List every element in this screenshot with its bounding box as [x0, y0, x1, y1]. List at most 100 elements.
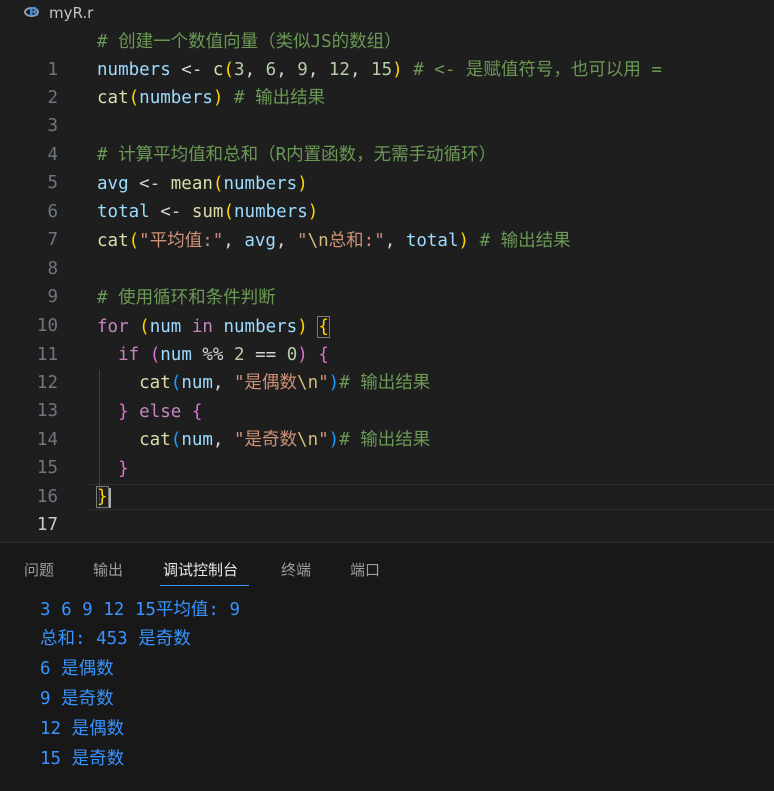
- code-token: num: [149, 317, 182, 337]
- code-token: (: [212, 174, 224, 194]
- code-line: 1 # 创建一个数值向量（类似JS的数组）: [0, 28, 774, 80]
- code-token: 0: [286, 345, 298, 365]
- code-token: ": [318, 373, 329, 393]
- code-token: (: [223, 202, 234, 222]
- code-token: numbers: [97, 60, 171, 80]
- bottom-panel: 问题 输出 调试控制台 终端 端口 3 6 9 12 15平均值: 9 总和: …: [0, 542, 774, 791]
- code-token: in: [181, 317, 224, 337]
- code-line: 15 cat(num, "是奇数\n")# 输出结果: [0, 426, 774, 478]
- code-token: "是偶数: [234, 373, 298, 393]
- code-token: num: [181, 430, 213, 450]
- code-line: 8 cat("平均值:", avg, "\n总和:", total) # 输出结…: [0, 227, 774, 279]
- code-token: 总和:": [328, 231, 385, 251]
- code-token: \n: [297, 373, 319, 393]
- code-token: ,: [244, 60, 266, 80]
- code-token: ,: [307, 60, 329, 80]
- code-token: ): [297, 345, 308, 365]
- code-comment: # 输出结果: [339, 373, 431, 393]
- code-token: (: [170, 430, 182, 450]
- code-token: (: [128, 231, 140, 251]
- code-token: numbers: [223, 317, 298, 337]
- code-token: ,: [212, 373, 234, 393]
- code-token: %%: [191, 345, 235, 365]
- code-token: avg: [244, 231, 276, 251]
- tab-ports[interactable]: 端口: [350, 559, 380, 580]
- code-line: 6 avg <- mean(numbers): [0, 170, 774, 222]
- code-token: {: [318, 345, 329, 365]
- code-comment: # 输出结果: [223, 88, 326, 108]
- code-token: ,: [276, 60, 298, 80]
- code-line: 3 cat(numbers) # 输出结果: [0, 84, 774, 136]
- code-token: c: [212, 60, 224, 80]
- code-comment: # 创建一个数值向量（类似JS的数组）: [97, 32, 402, 52]
- console-output-line: 15 是奇数: [40, 749, 125, 769]
- code-token: 2: [234, 345, 245, 365]
- code-token: cat: [97, 430, 171, 450]
- code-token: mean: [170, 174, 213, 194]
- code-token: ): [297, 174, 308, 194]
- code-token: cat: [97, 373, 171, 393]
- code-token: <-: [149, 202, 192, 222]
- code-token: ): [307, 202, 319, 222]
- code-token: ): [212, 88, 224, 108]
- code-token: total: [97, 202, 150, 222]
- code-token: num: [160, 345, 192, 365]
- code-line: 5 # 计算平均值和总和（R内置函数，无需手动循环）: [0, 141, 774, 193]
- code-token: ": [297, 231, 308, 251]
- code-token: (: [139, 317, 150, 337]
- code-token: 9: [297, 60, 308, 80]
- code-token: ): [328, 430, 340, 450]
- code-token: ==: [244, 345, 287, 365]
- code-token: numbers: [234, 202, 308, 222]
- r-language-icon: R: [24, 5, 42, 20]
- file-tab-label: myR.r: [49, 4, 94, 22]
- tab-problems[interactable]: 问题: [24, 559, 54, 580]
- code-token: ,: [384, 231, 406, 251]
- code-token: ": [318, 430, 329, 450]
- tab-output[interactable]: 输出: [93, 559, 123, 580]
- tab-terminal[interactable]: 终端: [281, 559, 311, 580]
- code-token: (: [170, 373, 182, 393]
- code-editor[interactable]: 1 # 创建一个数值向量（类似JS的数组） 2 numbers <- c(3, …: [0, 28, 774, 535]
- code-token: ,: [223, 231, 245, 251]
- console-output-line: 总和: 453 是奇数: [40, 629, 191, 649]
- line-number: 17: [36, 515, 58, 535]
- code-comment: # 输出结果: [469, 231, 571, 251]
- console-output-line: 9 是奇数: [40, 689, 114, 709]
- code-token: ): [458, 231, 470, 251]
- code-token: ): [328, 373, 340, 393]
- code-comment: # 使用循环和条件判断: [97, 288, 276, 308]
- code-token: (: [223, 60, 235, 80]
- code-token: if: [97, 345, 140, 365]
- code-line: 4: [0, 113, 774, 165]
- code-token: ,: [275, 231, 298, 251]
- tab-debug-console[interactable]: 调试控制台: [163, 559, 238, 580]
- code-token: ,: [349, 60, 372, 80]
- code-token: \n: [307, 231, 329, 251]
- code-token: 12: [328, 60, 350, 80]
- code-token: 3: [234, 60, 245, 80]
- panel-tab-bar: 问题 输出 调试控制台 终端 端口: [0, 543, 774, 587]
- matched-bracket: {: [317, 316, 330, 338]
- code-token: }: [97, 459, 129, 479]
- code-line: 11 for (num in numbers) {: [0, 313, 774, 365]
- code-token: cat: [97, 88, 129, 108]
- code-token: sum: [191, 202, 224, 222]
- matched-bracket: }: [96, 486, 109, 508]
- code-comment: # 计算平均值和总和（R内置函数，无需手动循环）: [97, 145, 497, 165]
- code-token: avg: [97, 174, 129, 194]
- code-line: 16 }: [0, 455, 774, 507]
- code-token: 15: [371, 60, 393, 80]
- code-token: ): [297, 317, 308, 337]
- code-token: "是奇数: [234, 430, 298, 450]
- file-tab[interactable]: R myR.r: [24, 2, 93, 24]
- code-token: ): [392, 60, 403, 80]
- code-token: (: [149, 345, 161, 365]
- code-token: "平均值:": [139, 231, 224, 251]
- code-line: 2 numbers <- c(3, 6, 9, 12, 15) # <- 是赋值…: [0, 56, 774, 108]
- code-token: num: [181, 373, 213, 393]
- code-token: <-: [170, 60, 213, 80]
